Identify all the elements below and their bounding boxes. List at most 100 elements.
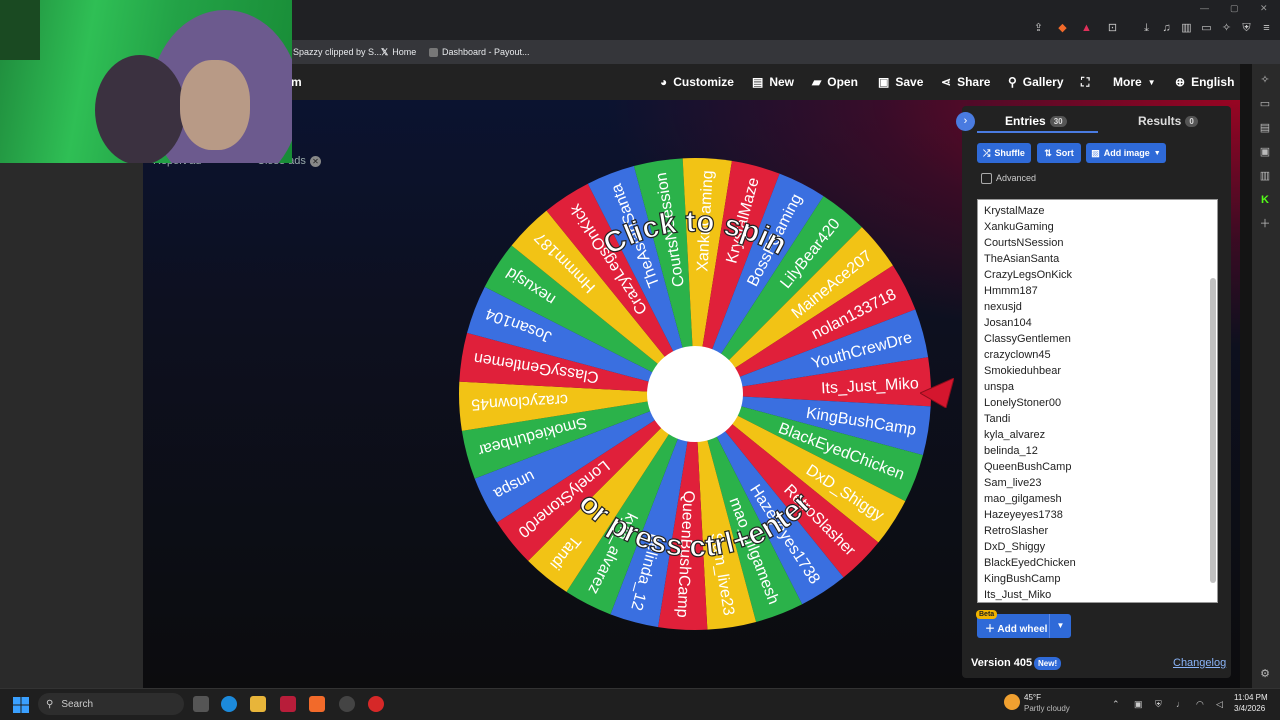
changelog-link[interactable]: Changelog <box>1173 657 1226 669</box>
download-icon[interactable]: ⤓ <box>1140 22 1153 35</box>
palette-icon: ◕ <box>660 75 668 89</box>
taskbar-search[interactable]: ⚲ Search <box>38 693 184 715</box>
tab-results[interactable]: Results 0 <box>1138 114 1198 128</box>
wheel-pointer <box>920 378 954 408</box>
results-count-badge: 0 <box>1185 115 1198 127</box>
image-icon: ▨ <box>1091 147 1100 158</box>
windows-start-icon[interactable] <box>13 697 29 713</box>
collapse-panel-button[interactable]: › <box>956 112 975 131</box>
entry-line: TheAsianSanta <box>984 253 1060 265</box>
wifi-icon[interactable]: ◠ <box>1196 699 1204 710</box>
tab-entries[interactable]: Entries 30 <box>1005 114 1067 128</box>
spin-wheel[interactable]: Its_Just_MikoKingBushCampBlackEyedChicke… <box>456 155 934 633</box>
add-panel-icon[interactable]: ＋ <box>1259 218 1271 230</box>
folder-icon: ▰ <box>812 75 822 89</box>
open-button[interactable]: ▰ Open <box>812 74 858 90</box>
shuffle-label: Shuffle <box>994 148 1025 158</box>
volume-icon[interactable]: ◁ <box>1216 699 1223 710</box>
entry-line: DxD_Shiggy <box>984 541 1046 553</box>
new-button[interactable]: ▤ New <box>752 74 794 90</box>
pin-app-icon[interactable] <box>368 696 384 712</box>
share-button[interactable]: ⋖ Share <box>941 74 990 90</box>
bookmark-clip[interactable]: Spazzy clipped by S... <box>293 45 382 59</box>
share-page-icon[interactable]: ⇪ <box>1032 22 1045 35</box>
clock-time[interactable]: 11:04 PM <box>1234 693 1268 702</box>
extension-icon[interactable]: ⊡ <box>1106 22 1119 35</box>
reading-list-icon[interactable]: ▤ <box>1259 122 1271 134</box>
tv-icon[interactable]: ▭ <box>1259 98 1271 110</box>
chevron-up-icon[interactable]: ⌃ <box>1112 699 1120 710</box>
weather-icon[interactable] <box>1004 694 1020 710</box>
new-badge: New! <box>1034 657 1062 670</box>
close-icon: ✕ <box>309 155 321 167</box>
leo-icon[interactable]: ✧ <box>1259 74 1271 86</box>
weather-temperature[interactable]: 45°F <box>1024 693 1041 702</box>
gallery-button[interactable]: ⚲ Gallery <box>1008 74 1064 90</box>
menu-icon[interactable]: ≡ <box>1260 22 1273 35</box>
chevron-down-icon: ▼ <box>1147 77 1156 87</box>
search-icon: ⚲ <box>1008 75 1017 89</box>
beta-badge: Beta <box>976 610 998 619</box>
edge-icon[interactable] <box>221 696 237 712</box>
bookmark-home[interactable]: 𝕏 Home <box>381 45 416 59</box>
add-image-button[interactable]: ▨ Add image ▼ <box>1086 143 1166 163</box>
new-label: New <box>769 75 795 89</box>
entries-textarea[interactable]: KrystalMaze XankuGaming CourtsNSession TheA… <box>977 199 1218 603</box>
sidebar-toggle-icon[interactable]: ▥ <box>1180 22 1193 35</box>
customize-button[interactable]: ◕ Customize <box>660 74 734 90</box>
entry-line: RetroSlasher <box>984 525 1049 537</box>
brave-rewards-icon[interactable]: ▲ <box>1080 22 1093 35</box>
chevron-down-icon[interactable]: ▼ <box>1049 614 1071 638</box>
share-icon: ⋖ <box>941 75 952 89</box>
clock-date[interactable]: 3/4/2026 <box>1234 704 1265 713</box>
active-tab-indicator <box>977 131 1098 133</box>
shuffle-button[interactable]: ⤮ Shuffle <box>977 143 1031 163</box>
file-explorer-icon[interactable] <box>250 696 266 712</box>
brave-shield-icon[interactable]: ◆ <box>1056 22 1069 35</box>
media-icon[interactable]: ♫ <box>1160 22 1173 35</box>
save-label: Save <box>895 75 924 89</box>
entry-line: QueenBushCamp <box>984 461 1072 473</box>
advanced-label: Advanced <box>996 173 1037 183</box>
tab-results-label: Results <box>1138 114 1182 128</box>
share-label: Share <box>957 75 991 89</box>
brave-icon[interactable] <box>309 696 325 712</box>
entries-count-badge: 30 <box>1049 115 1067 127</box>
x-logo-icon: 𝕏 <box>381 46 389 57</box>
entry-line: belinda_12 <box>984 445 1038 457</box>
more-button[interactable]: More ▼ <box>1113 74 1156 90</box>
save-button[interactable]: ▣ Save <box>878 74 923 90</box>
wallet-icon[interactable]: ▭ <box>1200 22 1213 35</box>
tray-app-icon[interactable]: ▣ <box>1134 699 1143 710</box>
add-wheel-label: ＋ Add wheel <box>985 624 1048 635</box>
fullscreen-icon: ⛶ <box>1081 74 1090 89</box>
history-icon[interactable]: ▥ <box>1259 170 1271 182</box>
more-label: More <box>1113 75 1142 89</box>
ai-icon[interactable]: ✧ <box>1220 22 1233 35</box>
brand-name[interactable]: m <box>291 75 302 89</box>
kick-icon[interactable]: K <box>1259 194 1271 206</box>
fullscreen-button[interactable]: ⛶ <box>1081 74 1089 90</box>
language-button[interactable]: ⊕ English <box>1175 74 1234 90</box>
sort-button[interactable]: ⇅ Sort <box>1037 143 1081 163</box>
task-view-icon[interactable] <box>193 696 209 712</box>
wheel-center[interactable] <box>647 346 743 442</box>
gear-icon[interactable]: ⚙ <box>1259 668 1271 680</box>
weather-description[interactable]: Partly cloudy <box>1024 704 1070 713</box>
app-icon[interactable] <box>280 696 296 712</box>
minimize-icon[interactable]: — <box>1200 3 1209 13</box>
microphone-icon[interactable]: ♩ <box>1176 699 1185 709</box>
close-window-icon[interactable]: ✕ <box>1260 3 1268 14</box>
bookmark-dashboard[interactable]: Dashboard - Payout... <box>429 45 530 59</box>
vpn-icon[interactable]: ⛨ <box>1240 22 1253 35</box>
taskbar <box>0 688 1280 720</box>
ad-gutter <box>0 163 143 688</box>
entry-line: Hmmm187 <box>984 285 1038 297</box>
tray-shield-icon[interactable]: ⛨ <box>1155 699 1162 710</box>
entries-scrollbar[interactable] <box>1210 278 1216 583</box>
bookmarks-icon[interactable]: ▣ <box>1259 146 1271 158</box>
advanced-checkbox[interactable] <box>981 173 992 184</box>
obs-icon[interactable] <box>339 696 355 712</box>
maximize-icon[interactable]: ▢ <box>1230 3 1239 14</box>
entry-line: Hazeyeyes1738 <box>984 509 1063 521</box>
